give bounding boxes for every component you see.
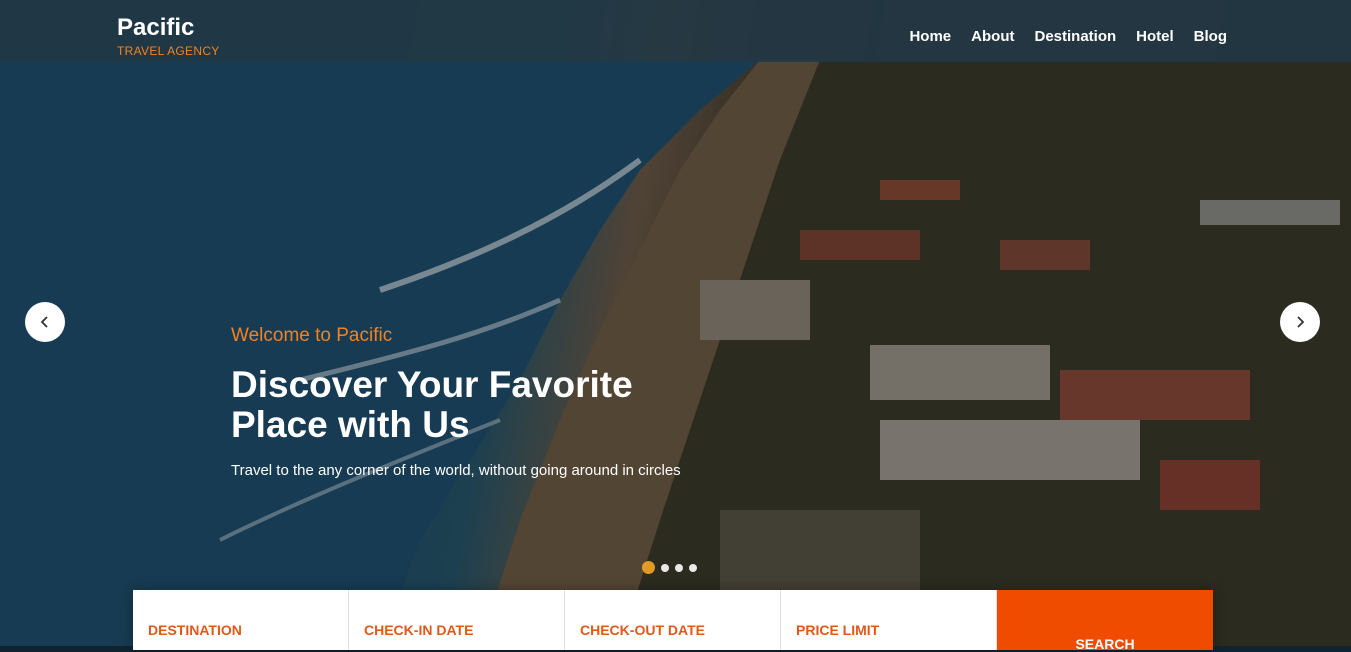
carousel-dot[interactable] <box>661 563 669 572</box>
destination-field[interactable]: DESTINATION <box>133 590 349 650</box>
hero-overlay <box>0 0 1351 646</box>
carousel-next-button[interactable] <box>1280 302 1320 342</box>
check-out-label: CHECK-OUT DATE <box>580 622 705 638</box>
hero-headline: Discover Your Favorite Place with Us <box>231 364 633 445</box>
brand-name: Pacific <box>117 14 195 41</box>
carousel-indicators <box>642 561 697 574</box>
nav-item-destination[interactable]: Destination <box>1034 28 1116 45</box>
carousel-dot[interactable] <box>675 563 683 572</box>
price-limit-field[interactable]: PRICE LIMIT <box>781 590 997 650</box>
carousel-dot[interactable] <box>689 563 697 572</box>
main-nav: Home About Destination Hotel Blog <box>909 28 1227 45</box>
check-in-label: CHECK-IN DATE <box>364 622 474 638</box>
search-button-label: SEARCH <box>1075 636 1135 652</box>
brand-tagline: TRAVEL AGENCY <box>117 44 220 58</box>
carousel-dot[interactable] <box>642 561 655 574</box>
chevron-right-icon <box>1297 316 1305 328</box>
search-button[interactable]: SEARCH <box>997 590 1213 652</box>
nav-item-hotel[interactable]: Hotel <box>1136 28 1174 45</box>
hero-caption: Welcome to Pacific Discover Your Favorit… <box>231 325 701 481</box>
check-in-date-field[interactable]: CHECK-IN DATE <box>349 590 565 650</box>
search-bar: DESTINATION CHECK-IN DATE CHECK-OUT DATE… <box>133 590 1213 652</box>
nav-item-blog[interactable]: Blog <box>1194 28 1227 45</box>
nav-item-about[interactable]: About <box>971 28 1014 45</box>
brand-logo[interactable]: Pacific TRAVEL AGENCY <box>117 14 220 59</box>
check-out-date-field[interactable]: CHECK-OUT DATE <box>565 590 781 650</box>
nav-item-home[interactable]: Home <box>909 28 951 45</box>
price-limit-label: PRICE LIMIT <box>796 622 880 638</box>
chevron-left-icon <box>40 316 48 328</box>
hero-subtext: Travel to the any corner of the world, w… <box>231 462 681 479</box>
destination-label: DESTINATION <box>148 622 242 638</box>
hero-welcome: Welcome to Pacific <box>231 325 393 346</box>
hero-banner <box>0 0 1351 646</box>
carousel-prev-button[interactable] <box>25 302 65 342</box>
